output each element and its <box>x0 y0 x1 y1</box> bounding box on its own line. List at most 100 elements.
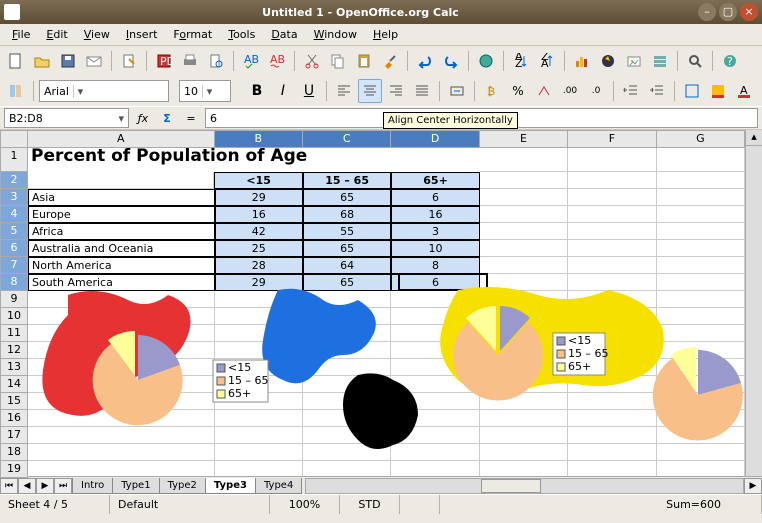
cell[interactable]: 6 <box>391 189 479 206</box>
scroll-right-button[interactable]: ▶ <box>744 478 762 494</box>
row-header[interactable]: 12 <box>0 342 28 359</box>
help-icon[interactable]: ? <box>718 49 742 73</box>
new-icon[interactable] <box>4 49 28 73</box>
menu-help[interactable]: Help <box>365 26 406 43</box>
row-header[interactable]: 2 <box>0 172 28 189</box>
row-header[interactable]: 18 <box>0 444 28 461</box>
zoom-indicator[interactable]: 100% <box>270 495 340 514</box>
font-size-combo[interactable]: 10▾ <box>179 80 231 102</box>
cell[interactable]: 65 <box>303 189 391 206</box>
cell[interactable] <box>568 257 656 274</box>
row-header[interactable]: 10 <box>0 308 28 325</box>
menu-window[interactable]: Window <box>306 26 365 43</box>
cell[interactable] <box>480 223 568 240</box>
fontcolor-button[interactable]: A <box>732 79 756 103</box>
menu-edit[interactable]: Edit <box>38 26 75 43</box>
cell[interactable] <box>480 461 568 476</box>
cell[interactable] <box>480 148 568 172</box>
cell[interactable]: 25 <box>215 240 303 257</box>
row-header[interactable]: 13 <box>0 359 28 376</box>
cell[interactable]: 65 <box>303 240 391 257</box>
bgcolor-button[interactable] <box>706 79 730 103</box>
save-icon[interactable] <box>56 49 80 73</box>
print-icon[interactable] <box>178 49 202 73</box>
menu-tools[interactable]: Tools <box>220 26 263 43</box>
percent-button[interactable]: % <box>506 79 530 103</box>
gallery-icon[interactable] <box>622 49 646 73</box>
row-header[interactable]: 3 <box>0 189 28 206</box>
dropdown-icon[interactable]: ▾ <box>73 85 87 98</box>
cell[interactable] <box>480 172 568 189</box>
tab-prev-button[interactable]: ◀ <box>18 478 36 494</box>
edit-doc-icon[interactable] <box>117 49 141 73</box>
copy-icon[interactable] <box>326 49 350 73</box>
col-header[interactable]: D <box>391 130 479 148</box>
row-header[interactable]: 16 <box>0 410 28 427</box>
autospell-icon[interactable]: ABC <box>265 49 289 73</box>
font-name-combo[interactable]: Arial▾ <box>39 80 169 102</box>
borders-button[interactable] <box>680 79 704 103</box>
sort-desc-icon[interactable]: ZA <box>535 49 559 73</box>
redo-icon[interactable] <box>439 49 463 73</box>
cell[interactable]: Europe <box>28 206 215 223</box>
sheet-tab[interactable]: Intro <box>72 478 113 494</box>
mode-indicator[interactable]: STD <box>340 495 400 514</box>
styles-icon[interactable] <box>4 79 28 103</box>
scroll-thumb[interactable] <box>481 479 541 493</box>
cell[interactable]: 8 <box>391 257 479 274</box>
cell[interactable] <box>568 240 656 257</box>
menu-view[interactable]: View <box>76 26 118 43</box>
spreadsheet-grid[interactable]: 1 2 3 4 5 6 7 8 9 10 11 12 13 14 15 16 1… <box>0 130 762 476</box>
select-all-corner[interactable] <box>0 130 28 148</box>
bold-button[interactable]: B <box>245 79 269 103</box>
row-header[interactable]: 17 <box>0 427 28 444</box>
row-header[interactable]: 4 <box>0 206 28 223</box>
cell[interactable]: Percent of Population of Age <box>28 148 480 172</box>
cell[interactable]: 16 <box>391 206 479 223</box>
align-right-button[interactable] <box>384 79 408 103</box>
tab-next-button[interactable]: ▶ <box>36 478 54 494</box>
cell[interactable] <box>568 223 656 240</box>
row-header[interactable]: 6 <box>0 240 28 257</box>
open-icon[interactable] <box>30 49 54 73</box>
row-header[interactable]: 11 <box>0 325 28 342</box>
cell[interactable] <box>657 189 745 206</box>
currency-button[interactable]: ₿ <box>480 79 504 103</box>
hyperlink-icon[interactable] <box>474 49 498 73</box>
sheet-tab[interactable]: Type3 <box>205 478 256 494</box>
cell[interactable] <box>657 461 745 476</box>
tab-last-button[interactable]: ⏭ <box>54 478 72 494</box>
cell[interactable] <box>657 257 745 274</box>
cell[interactable] <box>657 240 745 257</box>
spellcheck-icon[interactable]: ABC <box>239 49 263 73</box>
sheet-tab[interactable]: Type4 <box>255 478 302 494</box>
cell[interactable] <box>657 172 745 189</box>
col-header[interactable]: B <box>215 130 303 148</box>
justify-button[interactable] <box>410 79 434 103</box>
row-header[interactable]: 14 <box>0 376 28 393</box>
menu-format[interactable]: Format <box>165 26 220 43</box>
cell[interactable] <box>303 461 391 476</box>
cell[interactable] <box>568 172 656 189</box>
preview-icon[interactable] <box>204 49 228 73</box>
cell[interactable] <box>480 257 568 274</box>
align-left-button[interactable] <box>332 79 356 103</box>
cell[interactable]: 65+ <box>391 172 479 189</box>
row-header[interactable]: 15 <box>0 393 28 410</box>
sheet-tab[interactable]: Type1 <box>112 478 159 494</box>
datasources-icon[interactable] <box>648 49 672 73</box>
col-header[interactable]: C <box>303 130 391 148</box>
maximize-button[interactable]: ▢ <box>719 3 737 21</box>
close-button[interactable]: × <box>740 3 758 21</box>
cell[interactable] <box>28 461 215 476</box>
sort-asc-icon[interactable]: AZ <box>509 49 533 73</box>
cell[interactable] <box>568 148 656 172</box>
col-header[interactable]: A <box>28 130 215 148</box>
row-header[interactable]: 7 <box>0 257 28 274</box>
row-header[interactable]: 1 <box>0 148 28 172</box>
chart-icon[interactable] <box>570 49 594 73</box>
navigator-icon[interactable] <box>596 49 620 73</box>
cell[interactable]: Asia <box>28 189 215 206</box>
cell[interactable] <box>480 240 568 257</box>
minimize-button[interactable]: – <box>698 3 716 21</box>
